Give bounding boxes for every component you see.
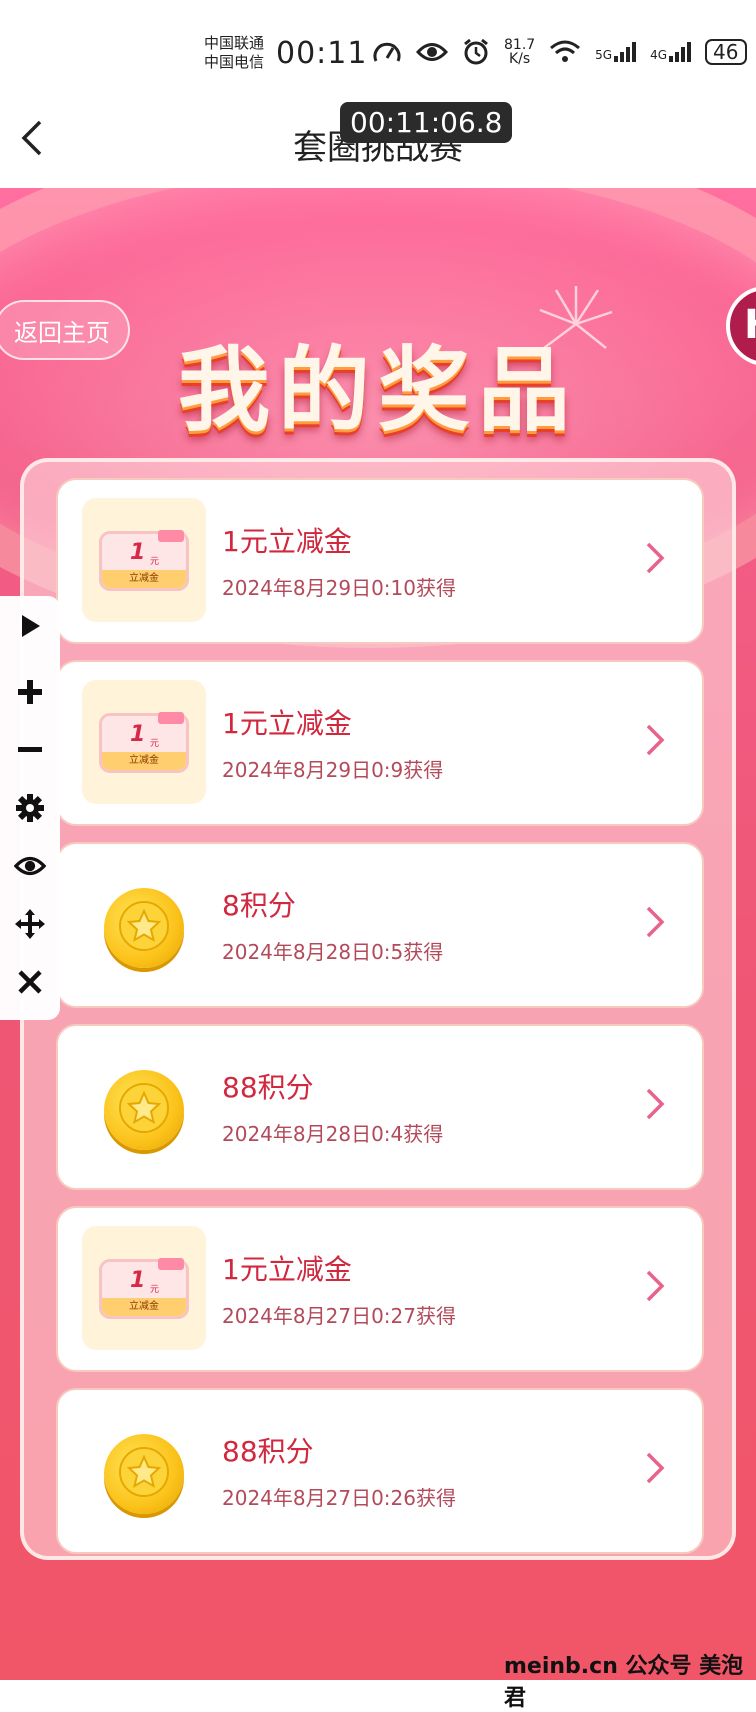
- prize-date: 2024年8月28日0:5获得: [222, 940, 444, 964]
- prize-title: 8积分: [222, 889, 296, 922]
- prize-title: 1元立减金: [222, 525, 352, 558]
- prize-title: 1元立减金: [222, 707, 352, 740]
- prize-item[interactable]: 1 元 立减金 1元立减金 2024年8月29日0:9获得: [56, 660, 704, 826]
- voucher-ticket-icon: 1 元 立减金: [102, 712, 186, 770]
- network-speed: 81.7 K/s: [504, 38, 535, 66]
- voucher-ticket-icon: 1 元 立减金: [102, 530, 186, 588]
- voucher-value: 1: [130, 1268, 146, 1293]
- star-icon: [119, 901, 169, 951]
- prize-date: 2024年8月29日0:10获得: [222, 576, 456, 600]
- prize-date: 2024年8月28日0:4获得: [222, 1122, 444, 1146]
- coin-icon: [104, 888, 184, 968]
- status-icons: 81.7 K/s 5G 4G 46: [372, 38, 747, 66]
- carrier-1: 中国联通: [204, 34, 265, 52]
- banner-title: 我的奖品: [177, 337, 578, 444]
- status-bar: 中国联通 中国电信 00:11 81.7 K/s 5G 4G 46: [0, 0, 756, 88]
- prize-item[interactable]: 1 元 立减金 1元立减金 2024年8月29日0:10获得: [56, 478, 704, 644]
- voucher-thumbnail: 1 元 立减金: [82, 680, 206, 804]
- minus-icon[interactable]: [14, 734, 46, 766]
- voucher-unit: 元: [150, 1285, 160, 1295]
- gear-icon[interactable]: [14, 792, 46, 824]
- chevron-right-icon[interactable]: [644, 722, 666, 758]
- signal-4g: 4G: [650, 42, 692, 62]
- carrier-info: 中国联通 中国电信: [204, 34, 264, 72]
- status-time: 00:11: [276, 36, 368, 71]
- speed-value: 81.7: [504, 37, 536, 53]
- chevron-right-icon[interactable]: [644, 540, 666, 576]
- signal-bars-icon: [614, 42, 637, 62]
- voucher-label: 立减金: [102, 752, 186, 770]
- prize-item[interactable]: 88积分 2024年8月27日0:26获得: [56, 1388, 704, 1554]
- prize-page: 返回主页 H 我的奖品 1 元 立减金 1元立减金 2024年8月29: [0, 188, 756, 1680]
- prize-date: 2024年8月27日0:26获得: [222, 1486, 456, 1510]
- signal-bars-icon: [669, 42, 692, 62]
- chevron-right-icon[interactable]: [644, 904, 666, 940]
- signal-5g-label: 5G: [595, 48, 613, 62]
- voucher-unit: 元: [150, 739, 160, 749]
- prize-list-panel: 1 元 立减金 1元立减金 2024年8月29日0:10获得 1 元 立减金 1…: [20, 458, 736, 1560]
- chevron-right-icon[interactable]: [644, 1450, 666, 1486]
- alarm-icon: [464, 38, 488, 65]
- prize-item[interactable]: 1 元 立减金 1元立减金 2024年8月27日0:27获得: [56, 1206, 704, 1372]
- plus-icon[interactable]: [14, 676, 46, 708]
- prize-date: 2024年8月27日0:27获得: [222, 1304, 456, 1328]
- star-icon: [119, 1083, 169, 1133]
- carrier-2: 中国电信: [204, 53, 265, 71]
- voucher-unit: 元: [150, 557, 160, 567]
- eye-icon[interactable]: [14, 850, 46, 882]
- coin-icon: [104, 1070, 184, 1150]
- prize-title: 1元立减金: [222, 1253, 352, 1286]
- prize-title: 88积分: [222, 1435, 314, 1468]
- wifi-icon: [550, 40, 581, 62]
- voucher-value: 1: [130, 540, 146, 565]
- speedometer-icon: [373, 42, 401, 62]
- play-icon[interactable]: [14, 610, 46, 642]
- nav-bar: 套圈挑战赛 00:11:06.8: [0, 88, 756, 188]
- voucher-thumbnail: 1 元 立减金: [82, 1226, 206, 1350]
- chevron-right-icon[interactable]: [644, 1268, 666, 1304]
- star-icon: [119, 1447, 169, 1497]
- eye-status-icon: [416, 43, 448, 61]
- timer-overlay: 00:11:06.8: [340, 102, 513, 143]
- watermark: meinb.cn 公众号 美泡君: [504, 1654, 744, 1711]
- voucher-label: 立减金: [102, 570, 186, 588]
- voucher-ticket-icon: 1 元 立减金: [102, 1258, 186, 1316]
- voucher-label: 立减金: [102, 1298, 186, 1316]
- chevron-right-icon[interactable]: [644, 1086, 666, 1122]
- speed-unit: K/s: [508, 51, 531, 67]
- signal-5g: 5G: [595, 42, 637, 62]
- coin-icon: [104, 1434, 184, 1514]
- prize-list[interactable]: 1 元 立减金 1元立减金 2024年8月29日0:10获得 1 元 立减金 1…: [34, 474, 722, 1554]
- signal-4g-label: 4G: [650, 48, 668, 62]
- prize-date: 2024年8月29日0:9获得: [222, 758, 444, 782]
- prize-item[interactable]: 88积分 2024年8月28日0:4获得: [56, 1024, 704, 1190]
- prize-title: 88积分: [222, 1071, 314, 1104]
- move-icon[interactable]: [14, 908, 46, 940]
- prize-item[interactable]: 8积分 2024年8月28日0:5获得: [56, 842, 704, 1008]
- voucher-value: 1: [130, 722, 146, 747]
- floating-toolbar: [0, 596, 60, 1020]
- battery-indicator: 46: [705, 39, 747, 65]
- voucher-thumbnail: 1 元 立减金: [82, 498, 206, 622]
- close-icon[interactable]: [14, 966, 46, 998]
